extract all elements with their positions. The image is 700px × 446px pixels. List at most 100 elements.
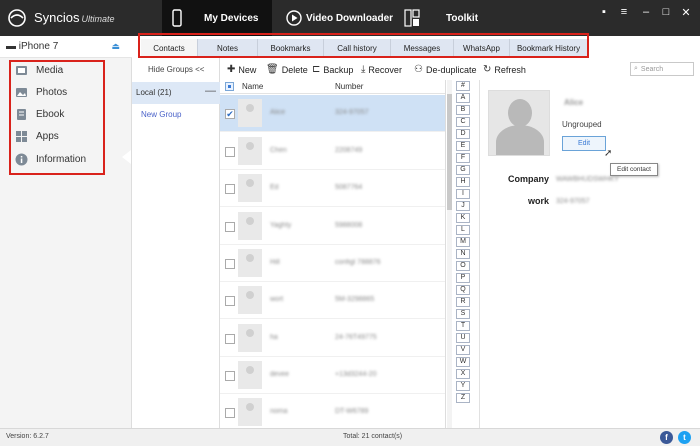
column-name[interactable]: Name	[242, 82, 263, 91]
letter-index[interactable]: I	[456, 189, 470, 199]
search-icon: ⌕	[634, 65, 638, 72]
title-bar: Syncios Ultimate My Devices Video Downloa…	[0, 0, 700, 36]
trash-icon: 🗑	[266, 64, 279, 75]
letter-index[interactable]: P	[456, 273, 470, 283]
device-header[interactable]: ▬ iPhone 7 ⏏	[0, 36, 132, 58]
letter-index[interactable]: N	[456, 249, 470, 259]
letter-index[interactable]: O	[456, 261, 470, 271]
letter-index[interactable]: H	[456, 177, 470, 187]
table-row[interactable]: Yaghty 5988008	[220, 208, 445, 245]
deduplicate-button[interactable]: ⚇ De-duplicate	[414, 64, 477, 75]
contact-name: wort	[270, 296, 284, 303]
new-button[interactable]: ✚ New	[227, 64, 256, 75]
toolbar: ✚ New 🗑 Delete ⊏ Backup ⤓ Recover ⚇ De-duplic…	[220, 58, 700, 80]
contact-name: Hill	[270, 259, 280, 266]
search-input[interactable]: ⌕ Search	[630, 62, 694, 76]
letter-index[interactable]: C	[456, 117, 470, 127]
list-scrollbar[interactable]	[447, 80, 452, 428]
app-title: Syncios Ultimate	[34, 10, 115, 25]
table-row[interactable]: Hill configl 788876	[220, 245, 445, 282]
eject-icon[interactable]: ⏏	[111, 41, 120, 52]
recover-button[interactable]: ⤓ Recover	[361, 64, 402, 75]
select-all-checkbox[interactable]	[225, 82, 234, 91]
hide-groups-link[interactable]: Hide Groups <<	[148, 65, 204, 74]
letter-index[interactable]: L	[456, 225, 470, 235]
edit-button[interactable]: Edit	[562, 136, 606, 151]
close-icon[interactable]: ✕	[678, 6, 694, 19]
refresh-icon: ↻	[483, 64, 492, 75]
letter-index[interactable]: F	[456, 153, 470, 163]
nav-my-devices[interactable]: My Devices	[162, 0, 272, 36]
contact-number: 5988008	[335, 222, 363, 229]
nav-video-downloader[interactable]: Video Downloader	[286, 0, 396, 36]
refresh-button[interactable]: ↻ Refresh	[483, 64, 526, 75]
maximize-icon[interactable]: □	[658, 6, 674, 18]
new-group-link[interactable]: New Group	[141, 110, 181, 119]
device-name: ▬ iPhone 7	[6, 41, 59, 52]
contacts-list: Name Number ✔ Alice 324-97057 Chen 22087…	[220, 80, 446, 428]
syncios-logo-icon	[8, 9, 26, 27]
letter-index[interactable]: A	[456, 93, 470, 103]
scroll-thumb[interactable]	[447, 94, 452, 210]
letter-index[interactable]: J	[456, 201, 470, 211]
delete-button[interactable]: 🗑 Delete	[266, 64, 308, 75]
letter-index[interactable]: X	[456, 369, 470, 379]
letter-index[interactable]: S	[456, 309, 470, 319]
work-label: work	[528, 196, 550, 206]
contact-number: 5M-3298865	[335, 296, 375, 303]
table-row[interactable]: ha 24-76T49775	[220, 320, 445, 357]
row-checkbox[interactable]	[225, 296, 235, 306]
letter-index[interactable]: #	[456, 81, 470, 91]
table-row[interactable]: Chen 2208749	[220, 133, 445, 170]
row-checkbox[interactable]	[225, 259, 235, 269]
deduplicate-icon: ⚇	[414, 64, 423, 75]
letter-index[interactable]: E	[456, 141, 470, 151]
table-row[interactable]: wort 5M-3298865	[220, 282, 445, 319]
contact-name: Chen	[270, 147, 287, 154]
contact-thumb	[238, 398, 262, 426]
twitter-icon[interactable]: t	[678, 431, 691, 444]
backup-button[interactable]: ⊏ Backup	[312, 64, 353, 75]
toolkit-icon	[404, 9, 420, 27]
row-checkbox[interactable]	[225, 184, 235, 194]
letter-index[interactable]: Q	[456, 285, 470, 295]
row-checkbox[interactable]	[225, 334, 235, 344]
letter-index[interactable]: W	[456, 357, 470, 367]
row-checkbox[interactable]: ✔	[225, 109, 235, 119]
contact-name: devee	[270, 371, 290, 378]
minimize-icon[interactable]: –	[638, 6, 654, 18]
table-row[interactable]: Ed 5087764	[220, 170, 445, 207]
phone-icon	[172, 9, 182, 27]
contact-number: 324-97057	[335, 109, 369, 116]
groups-panel: Hide Groups << Local (21) — New Group	[132, 58, 220, 428]
row-checkbox[interactable]	[225, 147, 235, 157]
contact-thumb	[238, 361, 262, 389]
letter-index[interactable]: K	[456, 213, 470, 223]
group-local[interactable]: Local (21) —	[132, 82, 220, 104]
letter-index[interactable]: Z	[456, 393, 470, 403]
letter-index[interactable]: B	[456, 105, 470, 115]
letter-index[interactable]: T	[456, 321, 470, 331]
nav-video-downloader-label: Video Downloader	[306, 12, 394, 24]
letter-index[interactable]: D	[456, 129, 470, 139]
menu-icon[interactable]: ≡	[616, 6, 632, 18]
column-number[interactable]: Number	[335, 82, 363, 91]
letter-index[interactable]: V	[456, 345, 470, 355]
facebook-icon[interactable]: f	[660, 431, 673, 444]
letter-index[interactable]: R	[456, 297, 470, 307]
collapse-icon[interactable]: —	[205, 85, 216, 97]
letter-index[interactable]: U	[456, 333, 470, 343]
letter-index[interactable]: M	[456, 237, 470, 247]
letter-index[interactable]: Y	[456, 381, 470, 391]
nav-toolkit[interactable]: Toolkit	[404, 0, 494, 36]
letter-index[interactable]: G	[456, 165, 470, 175]
row-checkbox[interactable]	[225, 222, 235, 232]
tabs-highlight-box	[138, 33, 589, 58]
row-checkbox[interactable]	[225, 408, 235, 418]
table-row[interactable]: noma DT-W6789	[220, 394, 445, 428]
contact-thumb	[238, 174, 262, 202]
table-row[interactable]: devee +13d3244-20	[220, 357, 445, 394]
row-checkbox[interactable]	[225, 371, 235, 381]
feedback-icon[interactable]: ▪	[596, 6, 612, 18]
table-row[interactable]: ✔ Alice 324-97057	[220, 95, 445, 132]
